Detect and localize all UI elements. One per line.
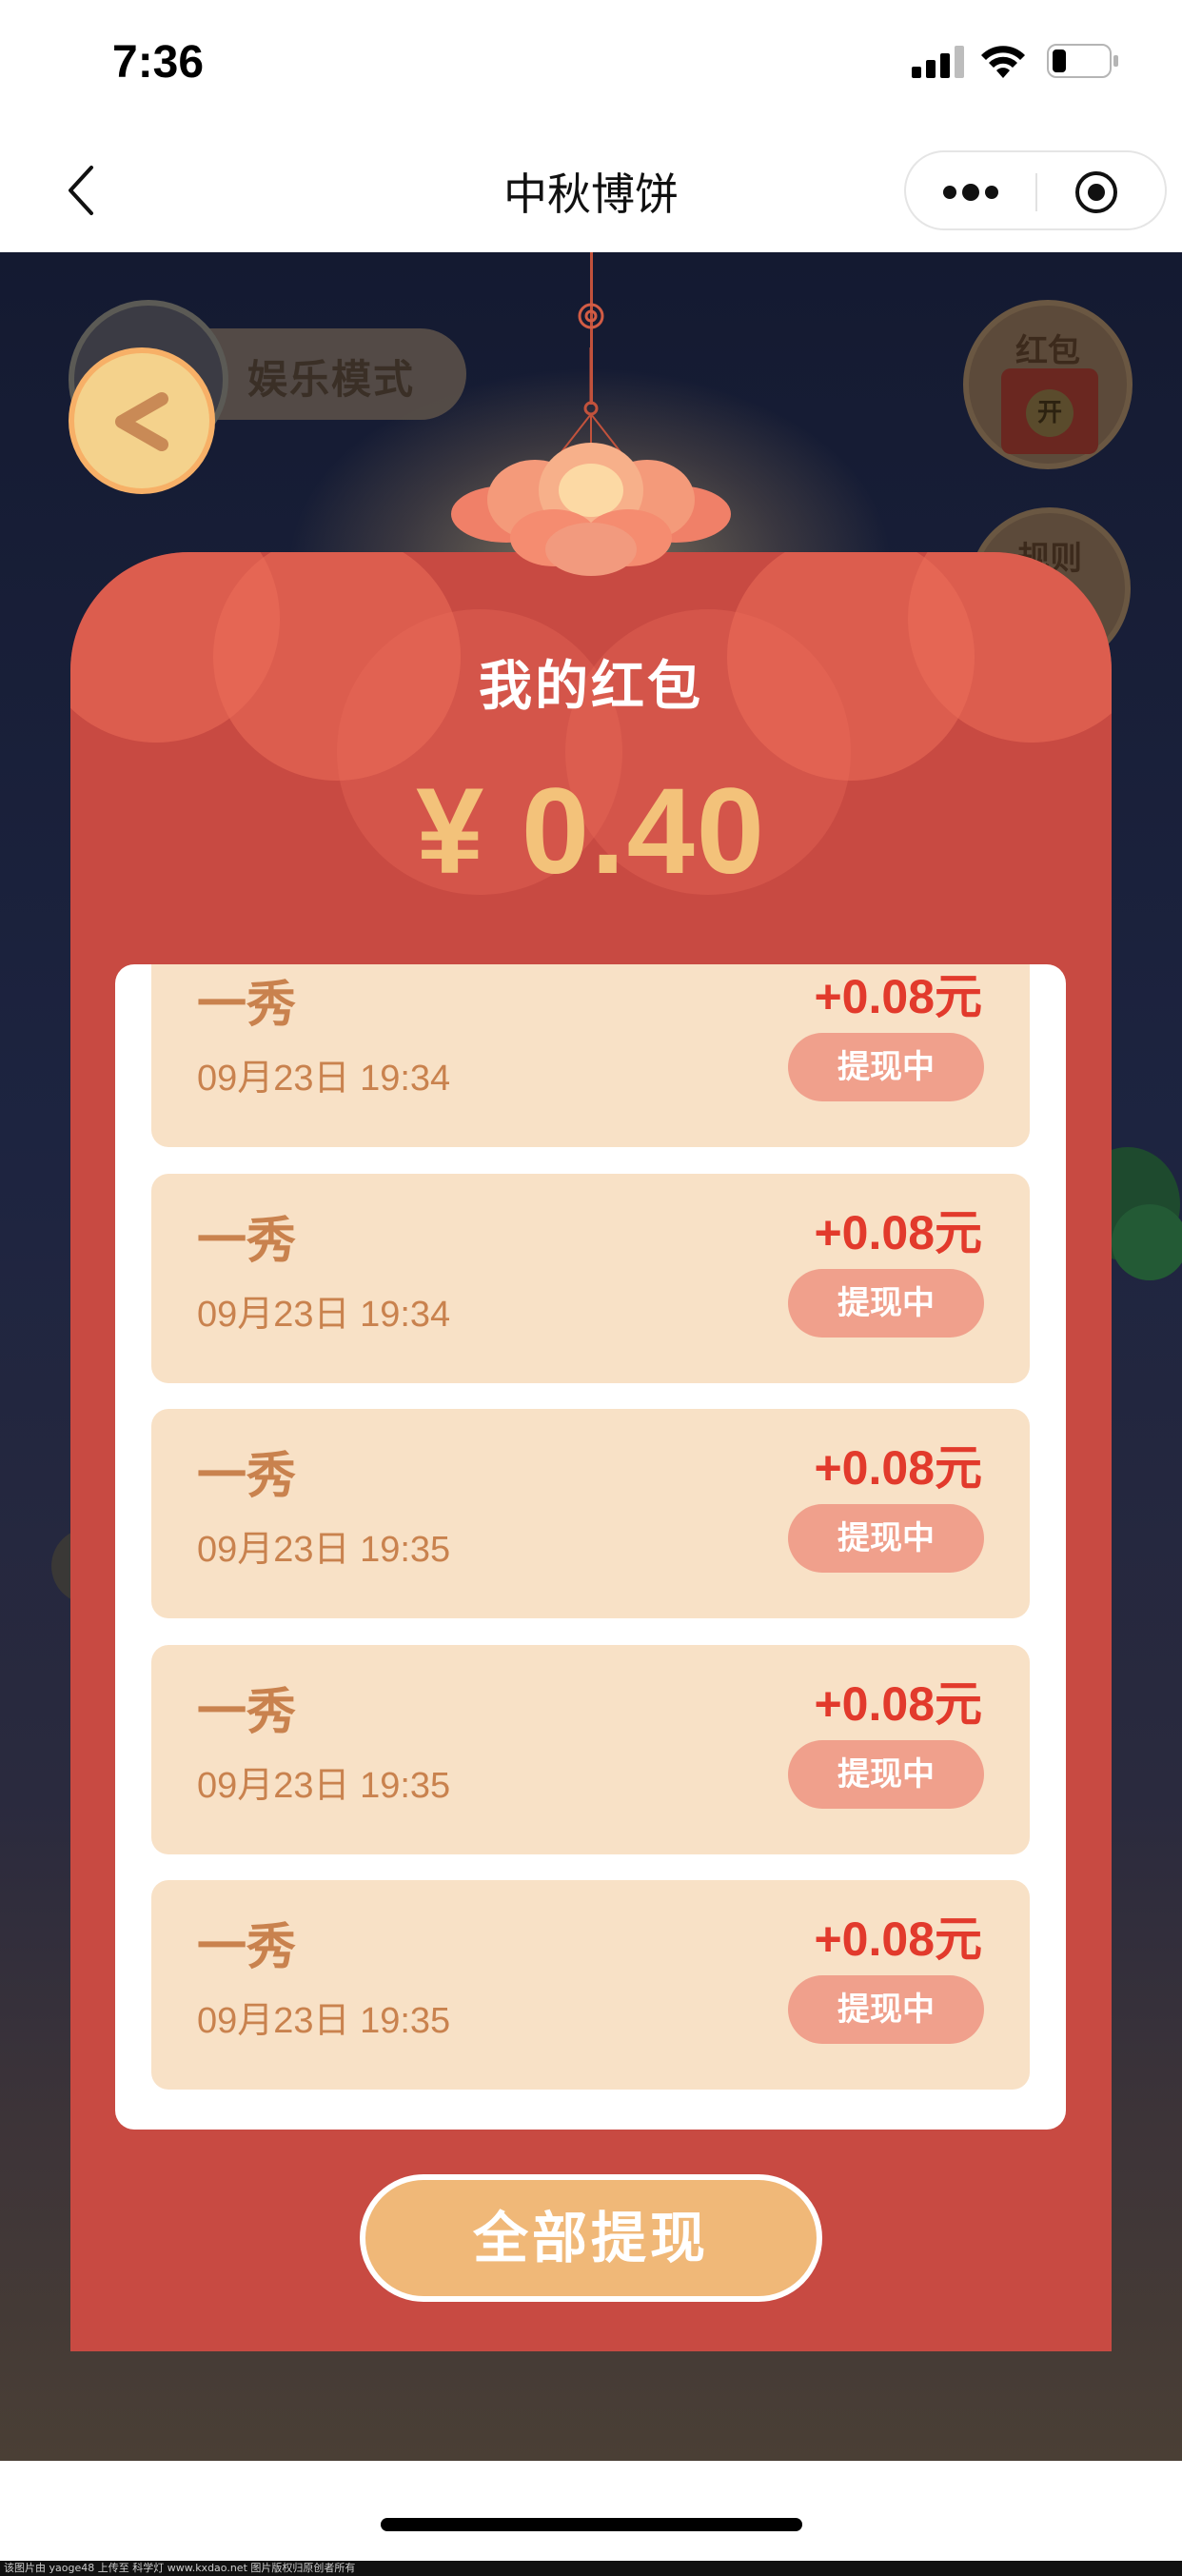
status-badge: 提现中 [788, 1740, 984, 1809]
list-item: 一秀 09月23日 19:35 +0.08元 提现中 [151, 1409, 1030, 1618]
hongbao-open-label: 开 [1026, 389, 1074, 437]
list-item: 一秀 09月23日 19:34 +0.08元 提现中 [151, 964, 1030, 1147]
record-amount: +0.08元 [814, 1677, 982, 1731]
red-envelope-icon: 开 [1001, 368, 1098, 454]
status-bar: 7:36 [0, 0, 1182, 133]
record-time: 09月23日 19:35 [197, 1766, 451, 1806]
status-time: 7:36 [112, 37, 205, 88]
record-time: 09月23日 19:35 [197, 1530, 451, 1570]
record-name: 一秀 [197, 1213, 297, 1270]
record-name: 一秀 [197, 1684, 297, 1741]
record-time: 09月23日 19:34 [197, 1059, 451, 1099]
status-badge: 提现中 [788, 1504, 984, 1573]
record-name: 一秀 [197, 1448, 297, 1505]
home-area [0, 2461, 1182, 2576]
capsule-divider [1035, 173, 1037, 211]
withdraw-all-button[interactable]: 全部提现 [360, 2174, 822, 2302]
game-background: 娱乐模式 红包 开 规则 我的红包 ¥ 0.40 一秀 09月23 [0, 252, 1182, 2461]
record-amount: +0.08元 [814, 1441, 982, 1495]
records-list[interactable]: 一秀 09月23日 19:34 +0.08元 提现中 一秀 09月23日 19:… [115, 964, 1066, 2130]
my-hongbao-card: 我的红包 ¥ 0.40 一秀 09月23日 19:34 +0.08元 提现中 一… [70, 552, 1112, 2351]
close-program-icon[interactable] [1074, 169, 1119, 215]
game-back-button[interactable] [69, 347, 215, 494]
chevron-left-icon [115, 392, 168, 451]
home-indicator[interactable] [381, 2518, 802, 2531]
list-item: 一秀 09月23日 19:34 +0.08元 提现中 [151, 1174, 1030, 1383]
record-time: 09月23日 19:35 [197, 2001, 451, 2041]
mode-label: 娱乐模式 [247, 356, 416, 403]
record-time: 09月23日 19:34 [197, 1295, 451, 1335]
tree-decoration-2 [1112, 1204, 1182, 1280]
watermark: 该图片由 yaoge48 上传至 科学灯 www.kxdao.net 图片版权归… [0, 2561, 1182, 2576]
total-amount: ¥ 0.40 [416, 763, 766, 900]
status-badge: 提现中 [788, 1033, 984, 1101]
hongbao-button[interactable]: 红包 开 [963, 300, 1133, 469]
record-amount: +0.08元 [814, 1206, 982, 1259]
record-amount: +0.08元 [814, 1912, 982, 1966]
card-title: 我的红包 [479, 656, 703, 718]
mini-program-capsule [904, 150, 1167, 230]
status-badge: 提现中 [788, 1975, 984, 2044]
record-name: 一秀 [197, 977, 297, 1034]
cellular-signal-icon [912, 46, 964, 78]
chinese-knot-icon [578, 303, 604, 329]
status-badge: 提现中 [788, 1269, 984, 1338]
list-item: 一秀 09月23日 19:35 +0.08元 提现中 [151, 1880, 1030, 2090]
lotus-lantern-icon [451, 347, 731, 576]
nav-bar: 中秋博饼 [0, 133, 1182, 252]
hongbao-button-label: 红包 [1015, 332, 1080, 370]
list-item: 一秀 09月23日 19:35 +0.08元 提现中 [151, 1645, 1030, 1854]
more-icon[interactable] [940, 179, 1001, 206]
battery-icon [1047, 44, 1118, 78]
wifi-icon [981, 46, 1025, 78]
record-amount: +0.08元 [814, 970, 982, 1023]
record-name: 一秀 [197, 1919, 297, 1976]
